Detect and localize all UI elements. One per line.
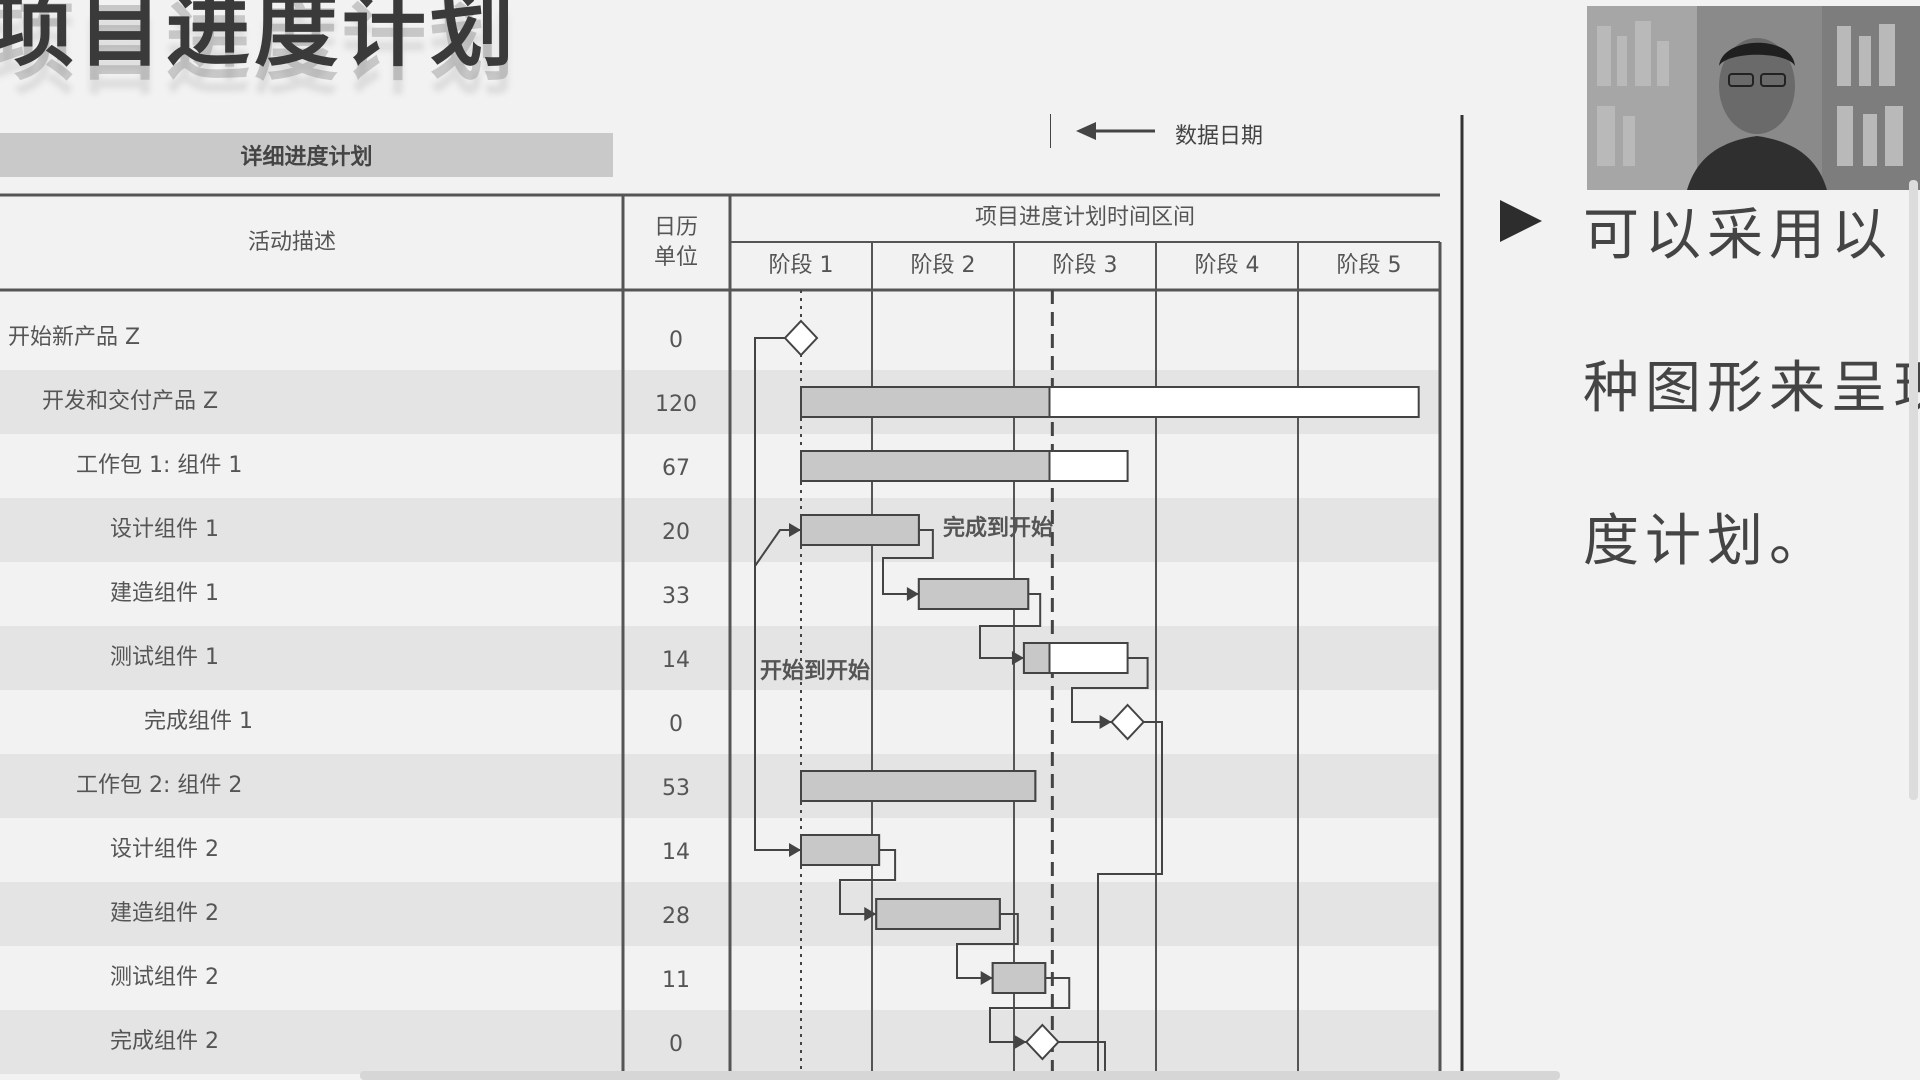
calendar-units: 67 xyxy=(662,456,690,481)
calendar-units: 0 xyxy=(669,712,683,737)
data-date-label: 数据日期 xyxy=(1175,124,1264,149)
calendar-units: 0 xyxy=(669,328,683,353)
calendar-units: 53 xyxy=(662,776,690,801)
connector-arrowhead xyxy=(980,971,993,985)
connector-arrowhead xyxy=(1099,715,1112,729)
activity-label: 设计组件 2 xyxy=(110,837,219,862)
phase-header: 阶段 5 xyxy=(1337,253,1402,278)
data-date-indicator: 数据日期 xyxy=(1049,114,1350,150)
activity-label: 工作包 2: 组件 2 xyxy=(76,773,242,798)
gantt-bar-progress xyxy=(800,450,1051,482)
gantt-milestone xyxy=(783,319,819,357)
activity-label: 完成组件 2 xyxy=(110,1029,219,1054)
col-header-activity: 活动描述 xyxy=(248,230,336,255)
finish-to-start-annotation: 完成到开始 xyxy=(943,515,1053,541)
calendar-units: 14 xyxy=(662,648,690,673)
calendar-units: 14 xyxy=(662,840,690,865)
gantt-bar-progress xyxy=(800,770,1037,802)
activity-label: 开发和交付产品 Z xyxy=(42,389,218,414)
subtitle-line-3: 度计划。 xyxy=(1583,509,1831,574)
calendar-units: 33 xyxy=(662,584,690,609)
gantt-bar-progress xyxy=(800,514,920,546)
presenter-video-frame xyxy=(1587,6,1920,190)
gantt-chart: 活动描述 日历单位 项目进度计划时间区间阶段 1 阶段 2 阶段 3 阶段 4 阶段 5 开始… xyxy=(0,115,1464,1080)
activity-label: 建造组件 1 xyxy=(110,581,219,606)
start-to-start-annotation: 开始到开始 xyxy=(760,658,870,684)
gantt-bar-progress xyxy=(800,386,1051,418)
activity-label: 建造组件 2 xyxy=(110,901,219,926)
subtitle-line-1: 可以采用以 xyxy=(1583,203,1893,268)
activity-label: 测试组件 2 xyxy=(110,965,219,990)
connector-arrowhead xyxy=(789,843,801,857)
phase-header: 阶段 4 xyxy=(1195,253,1260,278)
activity-label: 工作包 1: 组件 1 xyxy=(76,453,242,478)
gantt-bar-progress xyxy=(1022,642,1051,674)
calendar-units: 28 xyxy=(662,904,690,929)
activity-label: 设计组件 1 xyxy=(110,517,219,542)
gantt-bar-progress xyxy=(917,578,1030,610)
activity-label: 完成组件 1 xyxy=(144,709,253,734)
calendar-units: 0 xyxy=(669,1032,683,1057)
calendar-units: 11 xyxy=(662,968,690,993)
calendar-units: 20 xyxy=(662,520,690,545)
timeline-header: 项目进度计划时间区间 xyxy=(975,205,1195,230)
col-header-units: 单位 xyxy=(654,245,698,270)
play-icon[interactable] xyxy=(1500,200,1542,242)
gantt-milestone xyxy=(1110,703,1145,741)
presenter-webcam xyxy=(1587,6,1920,190)
arrow-left-icon xyxy=(1049,114,1155,148)
col-header-units: 日历 xyxy=(654,215,698,240)
activity-label: 开始新产品 Z xyxy=(8,325,140,350)
calendar-units: 120 xyxy=(655,392,697,417)
phase-header: 阶段 3 xyxy=(1053,253,1118,278)
gantt-bar-progress xyxy=(875,898,1001,930)
subtitle-line-2: 种图形来呈现 xyxy=(1583,356,1920,421)
phase-header: 阶段 1 xyxy=(769,253,834,278)
connector-arrowhead xyxy=(906,587,919,601)
vertical-scrollbar[interactable] xyxy=(1909,180,1918,800)
activity-label: 测试组件 1 xyxy=(110,645,219,670)
phase-header: 阶段 2 xyxy=(911,253,976,278)
gantt-bar-progress xyxy=(800,834,881,866)
gantt-bar-progress xyxy=(991,962,1047,994)
horizontal-scrollbar[interactable] xyxy=(360,1071,1560,1080)
